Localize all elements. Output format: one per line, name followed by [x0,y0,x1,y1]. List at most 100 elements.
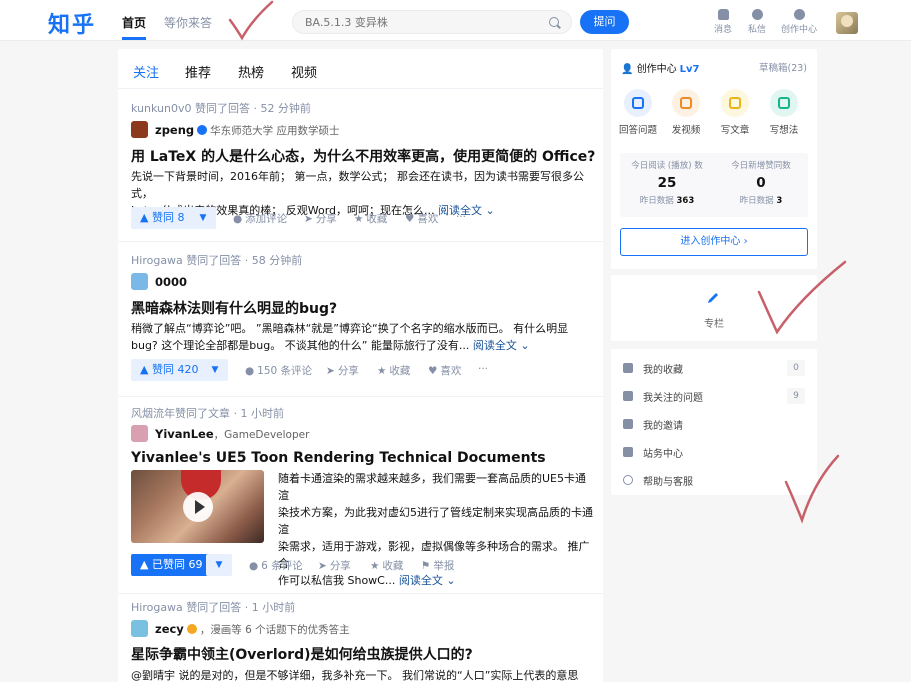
upvote-button[interactable]: ▲ 已赞同 69 [131,554,212,576]
excerpt-line: @劉晴宇 说的是对的，但是不够详细，我多补充一下。 我们常说的“人口”实际上代表… [131,669,579,682]
comment-icon: ● [245,365,255,377]
link-my-collections[interactable]: 我的收藏 0 [623,359,805,379]
quick-video-button[interactable]: 发视频 [664,89,708,136]
card-title[interactable]: Yivanlee's UE5 Toon Rendering Technical … [131,450,546,466]
pen-icon [708,293,718,303]
excerpt-line: 随着卡通渲染的需求越来越多，我们需要一套高品质的UE5卡通渲 [278,472,586,502]
annotation-checkmark [228,0,274,41]
card-actions: ▲ 赞同 8 ▼ ● 添加评论 ➤ 分享 ★ 收藏 ♥ 喜欢 ··· [131,207,591,229]
more-button[interactable]: ··· [478,363,488,375]
likes-yesterday: 昨日数据 3 [739,196,783,206]
collect-label: 收藏 [366,213,388,225]
nav-tab-home[interactable]: 首页 [122,14,147,40]
quick-idea-button[interactable]: 写想法 [762,89,806,136]
share-label: 分享 [337,365,359,377]
chat-icon [751,9,763,20]
like-button[interactable]: ♥ 喜欢 [405,211,438,226]
drafts-link[interactable]: 草稿箱(23) [759,60,807,74]
like-label: 喜欢 [417,213,439,225]
link-my-invitations[interactable]: 我的邀请 [623,415,805,435]
likes-label: 今日新增赞同数 [731,161,791,171]
article-icon [721,89,749,117]
search-icon[interactable] [549,17,559,27]
feed-panel: 关注 推荐 热榜 视频 kunkun0v0 赞同了回答 · 52 分钟前 zpe… [118,49,603,682]
card-meta: Hirogawa 赞同了回答 · 1 小时前 [131,601,296,614]
more-button[interactable]: ··· [456,211,466,223]
annotation-checkmark [757,260,847,335]
card-excerpt[interactable]: 稍微了解点“博弈论”吧。 ”黑暗森林“就是”博弈论“换了个名字的缩水版而已。 有… [131,320,586,354]
messages-label: 私信 [747,25,766,35]
card-title[interactable]: 黑暗森林法则有什么明显的bug? [131,298,337,318]
card-meta: 风烟流年赞同了文章 · 1 小时前 [131,407,284,420]
read-more-link[interactable]: 阅读全文 ⌄ [473,339,530,352]
report-button[interactable]: ⚑ 举报 [421,558,454,573]
author-avatar[interactable] [131,273,148,290]
downvote-button[interactable]: ▼ [206,554,232,576]
quick-article-label: 写文章 [720,125,750,136]
link-followed-questions[interactable]: 我关注的问题 9 [623,387,805,407]
card-excerpt[interactable]: @劉晴宇 说的是对的，但是不够详细，我多补充一下。 我们常说的“人口”实际上代表… [131,667,586,682]
upvote-button[interactable]: ▲ 赞同 8 [131,207,194,229]
play-icon[interactable] [183,492,213,522]
video-thumbnail[interactable] [131,470,264,543]
top-navbar: 知乎 首页 等你来答 提问 消息 私信 创作中心 [0,0,911,41]
excerpt-line: bug? 这个理论全部都是bug。 不谈其他的什么” 能量际旅行了没有... [131,339,470,352]
messages-button[interactable]: 私信 [737,9,777,35]
author-line: YivanLee，GameDeveloper [155,427,309,442]
report-label: 举报 [433,560,455,572]
card-title[interactable]: 星际争霸中领主(Overlord)是如何给虫族提供人口的? [131,644,473,664]
comment-label: 添加评论 [245,213,288,225]
comment-button[interactable]: ● 6 条评论 [249,558,303,573]
annotation-checkmark [784,454,840,524]
feed-tab-hot[interactable]: 热榜 [238,62,264,81]
user-avatar[interactable] [836,12,858,34]
author-name[interactable]: YivanLee [155,427,214,441]
ask-question-button[interactable]: 提问 [580,10,629,34]
share-button[interactable]: ➤ 分享 [326,363,359,378]
creator-icon [793,9,805,20]
nav-tab-waiting-answers[interactable]: 等你来答 [164,14,212,31]
creator-center-header[interactable]: 👤 创作中心 Lv7 [621,60,700,75]
answer-icon [624,89,652,117]
like-button[interactable]: ♥ 喜欢 [428,363,461,378]
quick-idea-label: 写想法 [769,125,799,136]
comment-button[interactable]: ● 150 条评论 [245,363,312,378]
zhihu-logo[interactable]: 知乎 [48,7,96,39]
like-label: 喜欢 [440,365,462,377]
collect-button[interactable]: ★ 收藏 [370,558,403,573]
search-input[interactable] [305,14,535,30]
quick-answer-label: 回答问题 [618,125,657,136]
star-icon: ★ [377,365,387,377]
link-help[interactable]: 帮助与客服 [623,471,805,491]
downvote-button[interactable]: ▼ [202,359,228,381]
feed-tab-video[interactable]: 视频 [291,62,317,81]
upvote-button[interactable]: ▲ 赞同 420 [131,359,208,381]
feed-tab-recommended[interactable]: 推荐 [185,62,211,81]
author-name[interactable]: 0000 [155,275,187,289]
share-button[interactable]: ➤ 分享 [318,558,351,573]
author-avatar[interactable] [131,620,148,637]
star-icon: ★ [354,213,364,225]
quick-answer-button[interactable]: 回答问题 [616,89,660,136]
comment-label: 150 条评论 [257,365,313,377]
author-avatar[interactable] [131,121,148,138]
author-name[interactable]: zecy [155,622,184,636]
card-title[interactable]: 用 LaTeX 的人是什么心态，为什么不用效率更高，使用更简便的 Office? [131,146,595,166]
quick-article-button[interactable]: 写文章 [713,89,757,136]
feed-tab-following[interactable]: 关注 [133,62,159,81]
stats-box: 今日阅读 (播放) 数 25 昨日数据 363 今日新增赞同数 0 昨日数据 3 [620,153,808,217]
link-label: 我的收藏 [643,365,683,376]
collect-button[interactable]: ★ 收藏 [354,211,387,226]
author-avatar[interactable] [131,425,148,442]
quick-video-label: 发视频 [671,125,701,136]
downvote-button[interactable]: ▼ [190,207,216,229]
share-button[interactable]: ➤ 分享 [304,211,337,226]
author-desc: 华东师范大学 应用数学硕士 [210,125,340,137]
search-box[interactable] [292,10,572,34]
link-site-center[interactable]: 站务中心 [623,443,805,463]
enter-creator-center-button[interactable]: 进入创作中心 › [620,228,808,256]
author-name[interactable]: zpeng [155,123,194,137]
comment-button[interactable]: ● 添加评论 [233,211,287,226]
collect-button[interactable]: ★ 收藏 [377,363,410,378]
creator-center-button[interactable]: 创作中心 [779,9,819,35]
